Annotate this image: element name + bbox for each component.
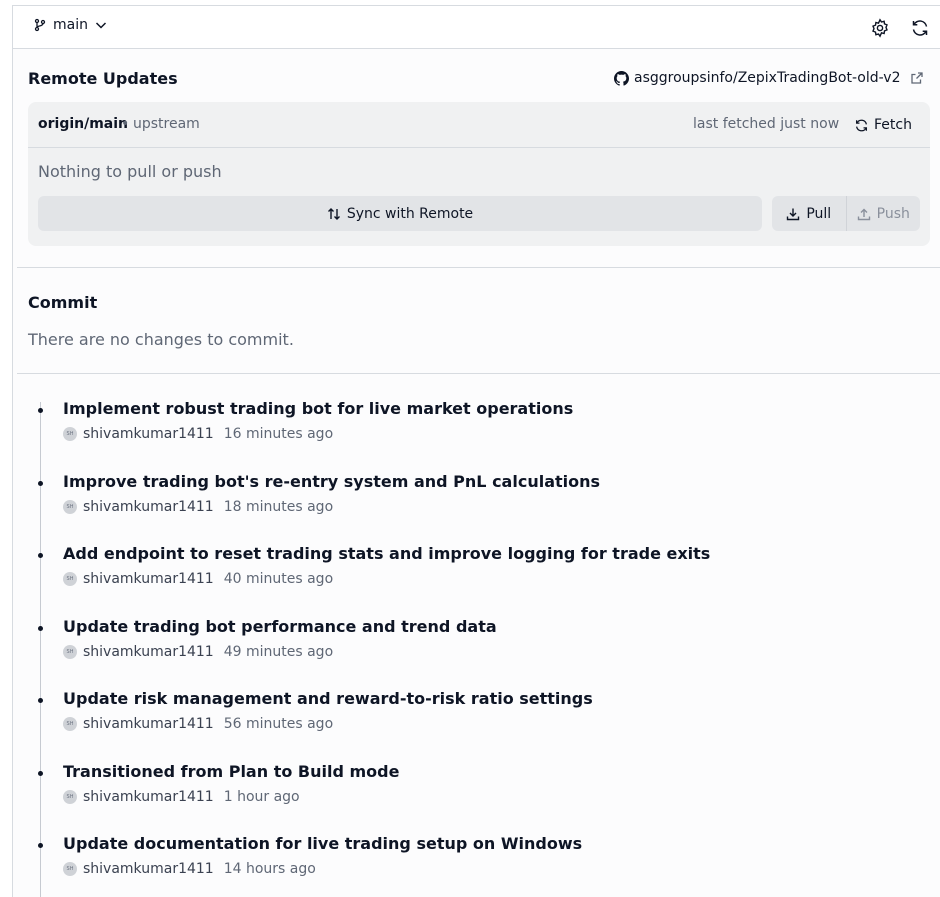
commit-item[interactable]: Update documentation for live trading se…: [13, 834, 940, 894]
commit-item[interactable]: Improve trading bot's re-entry system an…: [13, 472, 940, 532]
timeline-dot: [38, 481, 43, 486]
chevron-down-icon: [95, 22, 107, 29]
commit-message: Transitioned from Plan to Build mode: [63, 762, 400, 781]
fetch-label: Fetch: [874, 117, 912, 133]
commit-meta: SH shivamkumar1411 1 hour ago: [63, 789, 300, 805]
commit-message: Implement robust trading bot for live ma…: [63, 399, 574, 418]
gear-icon: [872, 18, 888, 38]
timeline-dot: [38, 553, 43, 558]
commit-item[interactable]: Update trading bot performance and trend…: [13, 617, 940, 677]
commit-time: 40 minutes ago: [223, 571, 334, 587]
pull-button[interactable]: Pull: [772, 196, 847, 231]
avatar: SH: [63, 862, 77, 876]
separator-dot: •: [121, 116, 130, 132]
commit-message: Improve trading bot's re-entry system an…: [63, 472, 601, 491]
repo-link[interactable]: asggroupsinfo/ZepixTradingBot-old-v2: [614, 70, 924, 86]
avatar: SH: [63, 572, 77, 586]
avatar: SH: [63, 427, 77, 441]
commit-author: shivamkumar1411: [83, 499, 214, 515]
sync-with-remote-button[interactable]: Sync with Remote: [38, 196, 762, 231]
section-divider: [17, 373, 940, 374]
section-divider: [17, 267, 940, 268]
pull-push-group: Pull Push: [772, 196, 920, 231]
commit-time: 1 hour ago: [223, 789, 300, 805]
push-label: Push: [876, 205, 910, 222]
avatar: SH: [63, 645, 77, 659]
external-link-icon: [910, 72, 923, 84]
commit-message: Add endpoint to reset trading stats and …: [63, 544, 711, 563]
commit-meta: SH shivamkumar1411 18 minutes ago: [63, 499, 333, 515]
upload-icon: [857, 208, 870, 220]
commit-title: Commit: [28, 293, 98, 312]
push-button[interactable]: Push: [847, 196, 921, 231]
commit-meta: SH shivamkumar1411 49 minutes ago: [63, 644, 333, 660]
avatar: SH: [63, 717, 77, 731]
commit-author: shivamkumar1411: [83, 716, 214, 732]
last-fetched: last fetched just now: [693, 116, 840, 132]
commit-time: 16 minutes ago: [223, 426, 334, 442]
remote-header: origin/main • upstream last fetched just…: [28, 102, 930, 148]
commit-author: shivamkumar1411: [83, 861, 214, 877]
download-icon: [787, 208, 800, 220]
commit-author: shivamkumar1411: [83, 571, 214, 587]
commit-author: shivamkumar1411: [83, 426, 214, 442]
remote-updates-title: Remote Updates: [28, 69, 178, 88]
commit-message: Update documentation for live trading se…: [63, 834, 583, 853]
timeline-dot: [38, 408, 43, 413]
timeline-dot: [38, 626, 43, 631]
commit-time: 14 hours ago: [223, 861, 316, 877]
remote-branch: origin/main: [38, 116, 129, 132]
settings-button[interactable]: [867, 15, 893, 41]
commit-meta: SH shivamkumar1411 16 minutes ago: [63, 426, 333, 442]
timeline-dot: [38, 698, 43, 703]
refresh-icon: [912, 20, 928, 36]
pull-label: Pull: [806, 205, 832, 222]
commit-time: 56 minutes ago: [223, 716, 334, 732]
avatar: SH: [63, 790, 77, 804]
avatar: SH: [63, 500, 77, 514]
arrows-up-down-icon: [327, 207, 340, 220]
commit-author: shivamkumar1411: [83, 789, 214, 805]
git-panel: main Remote Updates asggroupsinfo/ZepixT…: [12, 5, 940, 897]
branch-name: main: [53, 17, 88, 33]
commit-item[interactable]: Update risk management and reward-to-ris…: [13, 689, 940, 749]
commit-message: Update risk management and reward-to-ris…: [63, 689, 593, 708]
commit-message: Update trading bot performance and trend…: [63, 617, 497, 636]
upstream-label: upstream: [133, 116, 200, 132]
commit-empty-state: There are no changes to commit.: [28, 330, 294, 349]
refresh-icon: [855, 119, 868, 131]
branch-icon: [34, 18, 46, 32]
github-icon: [614, 70, 629, 86]
remote-card: origin/main • upstream last fetched just…: [28, 102, 930, 246]
commit-meta: SH shivamkumar1411 40 minutes ago: [63, 571, 333, 587]
fetch-button[interactable]: Fetch: [850, 110, 916, 140]
refresh-button[interactable]: [907, 15, 933, 41]
commit-item[interactable]: Implement robust trading bot for live ma…: [13, 399, 940, 459]
commit-author: shivamkumar1411: [83, 644, 214, 660]
sync-label: Sync with Remote: [346, 205, 474, 222]
commit-meta: SH shivamkumar1411 14 hours ago: [63, 861, 316, 877]
sync-status: Nothing to pull or push: [38, 162, 222, 181]
timeline-dot: [38, 771, 43, 776]
commit-time: 18 minutes ago: [223, 499, 334, 515]
repo-name: asggroupsinfo/ZepixTradingBot-old-v2: [634, 70, 901, 86]
commit-time: 49 minutes ago: [223, 644, 334, 660]
branch-selector[interactable]: main: [33, 17, 108, 33]
commit-item[interactable]: Transitioned from Plan to Build mode SH …: [13, 762, 940, 822]
commit-meta: SH shivamkumar1411 56 minutes ago: [63, 716, 333, 732]
timeline-dot: [38, 843, 43, 848]
commit-item[interactable]: Add endpoint to reset trading stats and …: [13, 544, 940, 604]
git-toolbar: main: [13, 6, 940, 49]
